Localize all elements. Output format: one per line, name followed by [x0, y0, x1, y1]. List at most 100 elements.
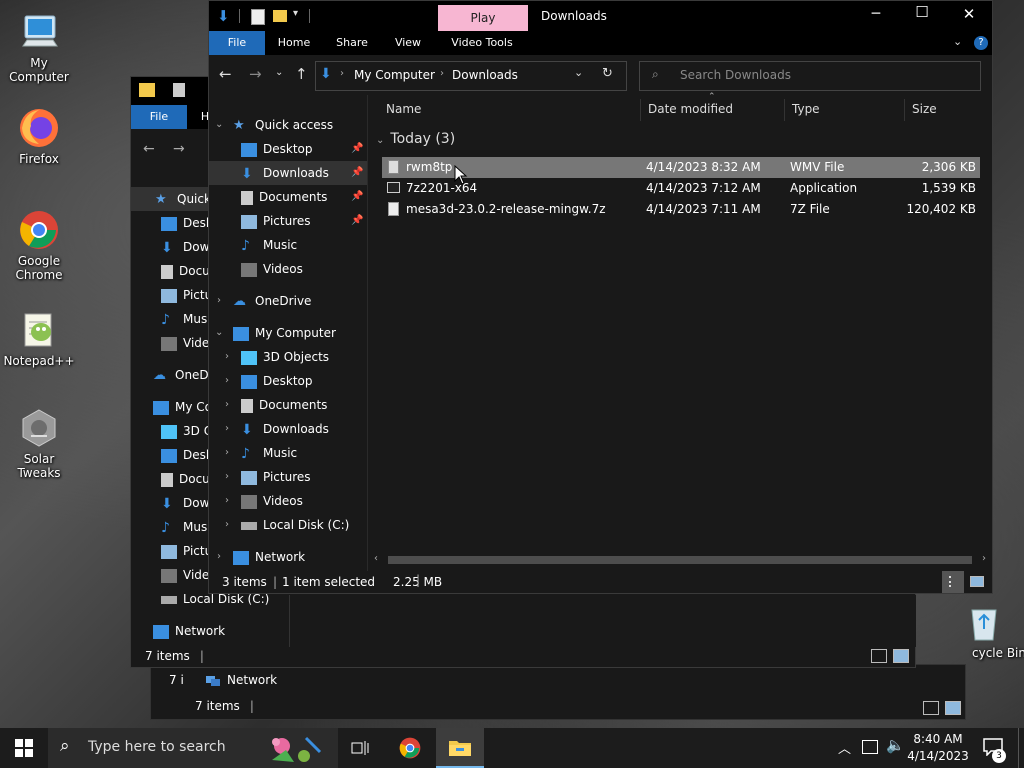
- sidebar-item-music[interactable]: ♪ Music: [241, 233, 297, 257]
- up-button[interactable]: ↑: [295, 65, 308, 83]
- table-row[interactable]: 7z2201-x64 4/14/2023 7:12 AM Application…: [382, 178, 980, 199]
- sidebar-item-pictures-2[interactable]: Pictures: [241, 465, 311, 489]
- sidebar-item-local-disk[interactable]: Local Disk (C:): [241, 513, 349, 537]
- back-button[interactable]: ←: [143, 141, 155, 157]
- group-header-today[interactable]: ⌄ Today (3): [376, 131, 455, 147]
- chevron-right-icon[interactable]: ›: [225, 423, 229, 434]
- pin-icon[interactable]: 📌: [351, 167, 363, 178]
- refresh-icon[interactable]: ↻: [602, 66, 613, 81]
- sidebar-item-network[interactable]: Network: [233, 545, 305, 569]
- sidebar-item-my-computer[interactable]: My Computer: [233, 321, 336, 345]
- tab-file[interactable]: File: [209, 31, 265, 55]
- title-bar[interactable]: ⬇ ▾ Play Downloads ─ ☐ ✕: [209, 1, 992, 31]
- horizontal-scrollbar[interactable]: ‹ ›: [372, 553, 988, 567]
- scroll-left-icon[interactable]: ‹: [374, 553, 378, 564]
- details-view-button[interactable]: [942, 571, 964, 593]
- properties-icon[interactable]: [251, 9, 265, 25]
- recent-locations-chevron-icon[interactable]: ⌄: [275, 67, 283, 78]
- chevron-right-icon[interactable]: ›: [225, 447, 229, 458]
- sidebar-item-desktop[interactable]: Desk: [161, 211, 213, 235]
- start-button[interactable]: [0, 728, 48, 768]
- pin-icon[interactable]: 📌: [351, 143, 363, 154]
- minimize-button[interactable]: ─: [861, 6, 891, 22]
- address-bar[interactable]: ⬇ › My Computer › Downloads ⌄ ↻: [315, 61, 627, 91]
- sidebar-item-my-computer[interactable]: My Co: [153, 395, 212, 419]
- chevron-right-icon[interactable]: ›: [217, 551, 221, 562]
- desktop-icon-my-computer[interactable]: My Computer: [1, 10, 77, 84]
- taskbar-search-box[interactable]: ⌕ Type here to search: [48, 728, 338, 768]
- sidebar-item-videos-2[interactable]: Vide: [161, 563, 209, 587]
- table-row[interactable]: mesa3d-23.0.2-release-mingw.7z 4/14/2023…: [382, 199, 980, 220]
- details-view-icon[interactable]: [923, 701, 939, 715]
- close-button[interactable]: ✕: [954, 5, 984, 23]
- help-icon[interactable]: ?: [974, 36, 988, 50]
- sidebar-item-music-2[interactable]: ♪ Musi: [161, 515, 211, 539]
- search-input[interactable]: Search Downloads: [680, 68, 791, 82]
- chevron-down-icon[interactable]: ⌄: [215, 119, 223, 130]
- large-icons-view-button[interactable]: [970, 576, 984, 587]
- address-dropdown-icon[interactable]: ⌄: [574, 66, 583, 79]
- sidebar-item-pictures-2[interactable]: Pictu: [161, 539, 212, 563]
- new-folder-icon[interactable]: [273, 10, 287, 22]
- taskbar-file-explorer-button[interactable]: [436, 728, 484, 768]
- desktop-icon-solar-tweaks[interactable]: Solar Tweaks: [1, 406, 77, 480]
- tab-file[interactable]: File: [131, 105, 187, 129]
- sidebar-item-network[interactable]: Network: [153, 619, 225, 643]
- sidebar-item-documents[interactable]: Documents: [241, 185, 327, 209]
- notification-center-button[interactable]: 3: [978, 728, 1012, 768]
- forward-button[interactable]: →: [249, 65, 262, 83]
- expand-ribbon-icon[interactable]: ⌄: [953, 35, 962, 48]
- sidebar-item-documents-2[interactable]: Documents: [241, 393, 327, 417]
- sidebar-item-desktop-2[interactable]: Desk: [161, 443, 213, 467]
- sidebar-item-onedrive[interactable]: ☁ OneDr: [153, 363, 214, 387]
- volume-icon[interactable]: 🔈: [886, 736, 905, 754]
- taskbar-clock[interactable]: 8:40 AM 4/14/2023: [906, 731, 970, 765]
- sidebar-item-downloads[interactable]: ⬇ Downloads: [209, 161, 367, 185]
- sidebar-item-videos-2[interactable]: Videos: [241, 489, 303, 513]
- details-view-icon[interactable]: [871, 649, 887, 663]
- sidebar-item-videos[interactable]: Videos: [241, 257, 303, 281]
- search-box[interactable]: ⌕ Search Downloads: [639, 61, 981, 91]
- desktop-icon-firefox[interactable]: Firefox: [1, 106, 77, 166]
- table-row[interactable]: rwm8tp 4/14/2023 8:32 AM WMV File 2,306 …: [382, 157, 980, 178]
- chevron-right-icon[interactable]: ›: [225, 399, 229, 410]
- back-button[interactable]: ←: [219, 65, 232, 83]
- sidebar-item-network[interactable]: Network: [205, 673, 277, 688]
- quick-access-dropdown-icon[interactable]: ▾: [293, 8, 298, 19]
- taskbar-chrome-button[interactable]: [394, 728, 426, 768]
- large-icons-view-icon[interactable]: [945, 701, 961, 715]
- column-header-type[interactable]: Type: [792, 95, 820, 123]
- taskbar-search-input[interactable]: Type here to search: [88, 739, 226, 755]
- sidebar-item-videos[interactable]: Vide: [161, 331, 209, 355]
- column-header-name[interactable]: Name: [386, 95, 421, 123]
- tab-share[interactable]: Share: [331, 31, 373, 55]
- sidebar-item-pictures[interactable]: Pictures: [241, 209, 311, 233]
- chevron-right-icon[interactable]: ›: [225, 495, 229, 506]
- sidebar-item-music-2[interactable]: ♪ Music: [241, 441, 297, 465]
- desktop-icon-chrome[interactable]: Google Chrome: [1, 208, 77, 282]
- task-view-button[interactable]: [344, 728, 376, 768]
- ribbon-context-play[interactable]: Play: [438, 5, 528, 31]
- sidebar-item-3d-objects[interactable]: 3D Objects: [241, 345, 329, 369]
- sidebar-item-desktop-2[interactable]: Desktop: [241, 369, 313, 393]
- show-hidden-icons-button[interactable]: ︿: [838, 738, 851, 757]
- column-header-size[interactable]: Size: [912, 95, 937, 123]
- sidebar-item-documents-2[interactable]: Docu: [161, 467, 210, 491]
- maximize-button[interactable]: ☐: [907, 3, 937, 21]
- sidebar-item-pictures[interactable]: Pictu: [161, 283, 212, 307]
- scrollbar-thumb[interactable]: [388, 556, 972, 564]
- scroll-right-icon[interactable]: ›: [982, 553, 986, 564]
- sidebar-item-quick-access[interactable]: ★ Quick: [131, 187, 211, 211]
- chevron-right-icon[interactable]: ›: [225, 471, 229, 482]
- sidebar-item-quick-access[interactable]: ★ Quick access: [233, 113, 333, 137]
- forward-button[interactable]: →: [173, 141, 185, 157]
- network-icon[interactable]: [862, 740, 878, 754]
- desktop-icon-recycle-bin[interactable]: cycle Bin: [950, 600, 1024, 660]
- sidebar-item-downloads[interactable]: ⬇ Dow: [161, 235, 209, 259]
- large-icons-view-icon[interactable]: [893, 649, 909, 663]
- sidebar-item-desktop[interactable]: Desktop: [241, 137, 313, 161]
- chevron-right-icon[interactable]: ›: [225, 519, 229, 530]
- sidebar-item-3d-objects[interactable]: 3D O: [161, 419, 213, 443]
- explorer-window-downloads[interactable]: ⬇ ▾ Play Downloads ─ ☐ ✕ File Home Share…: [208, 0, 993, 594]
- breadcrumb-my-computer[interactable]: My Computer: [354, 68, 435, 82]
